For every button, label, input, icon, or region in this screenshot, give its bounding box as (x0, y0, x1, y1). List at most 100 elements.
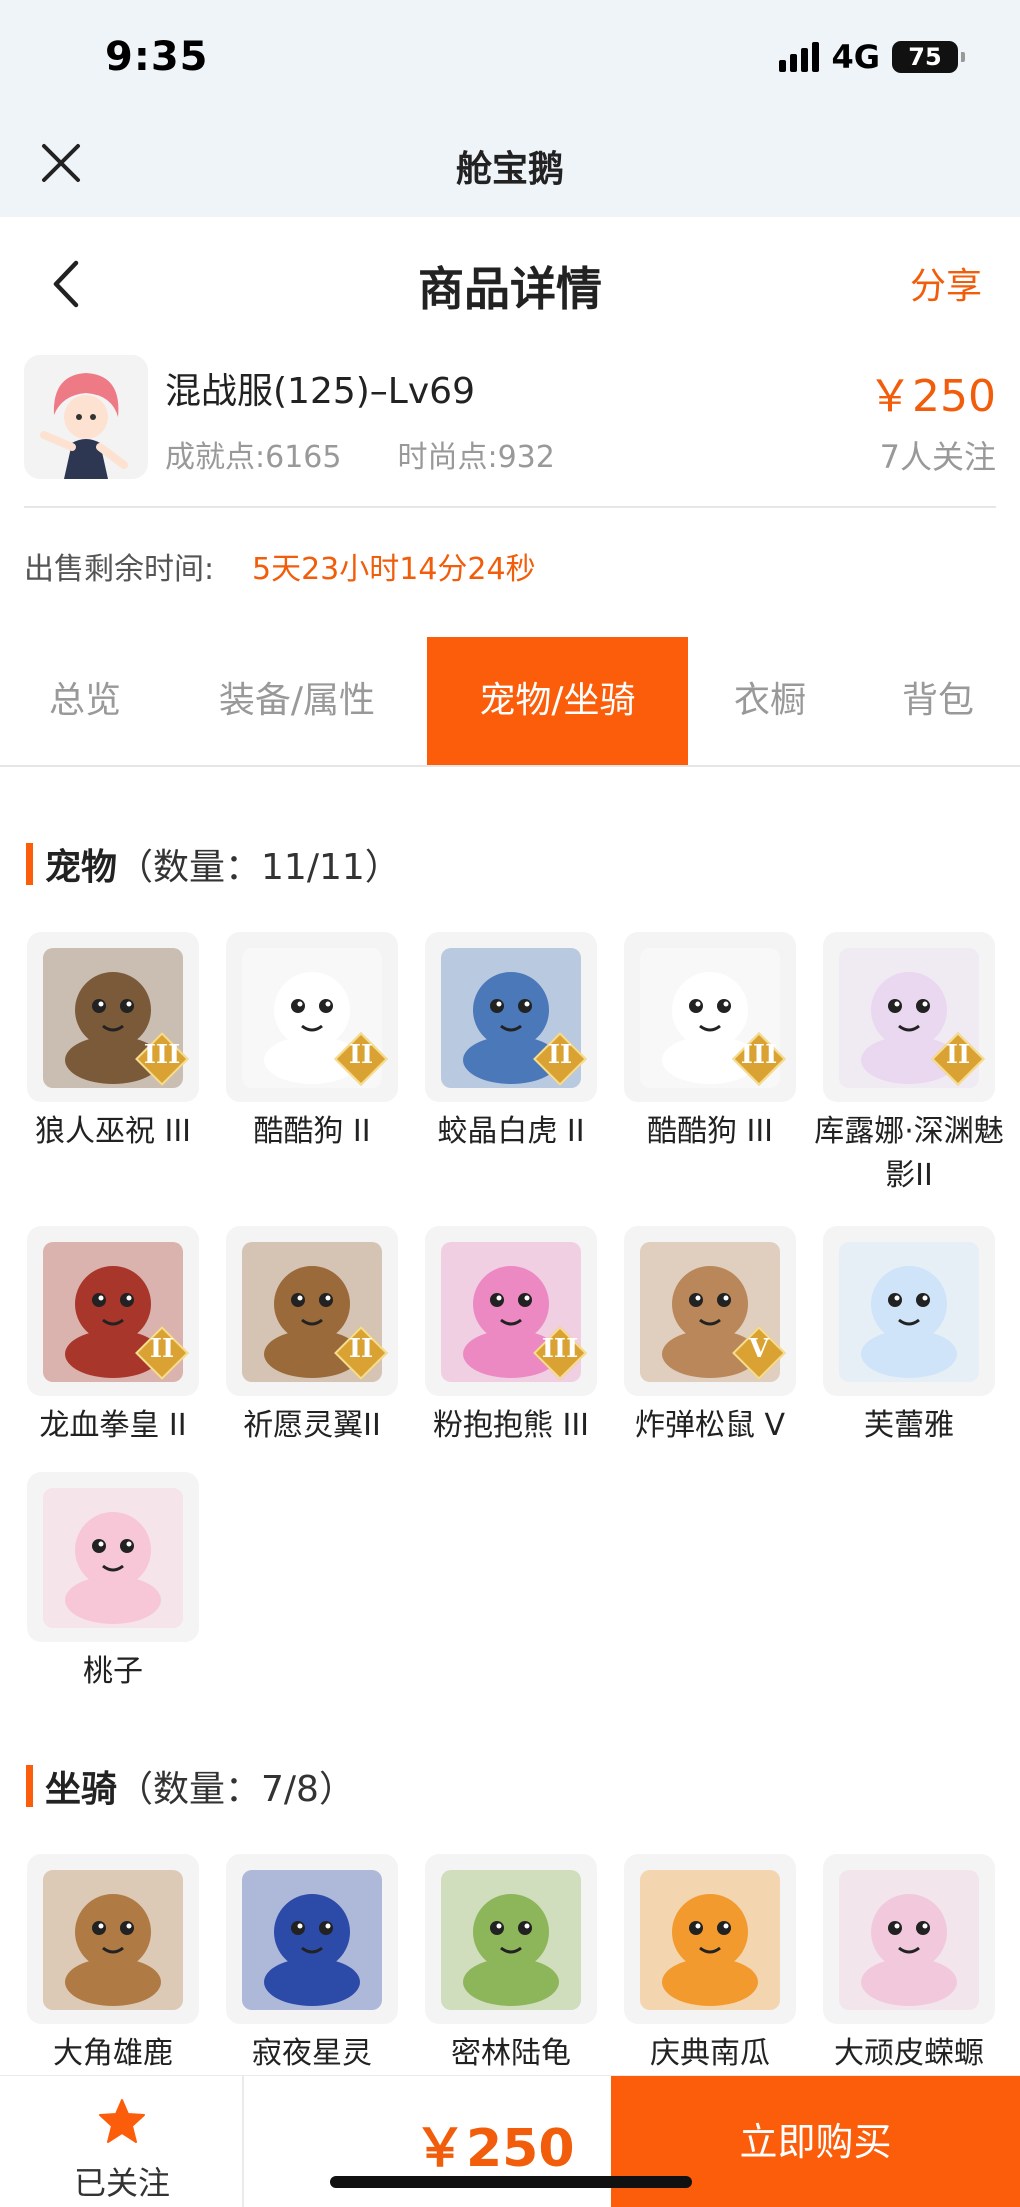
item-name: 大角雄鹿 (53, 2036, 173, 2071)
rank-badge-icon: II (135, 1326, 189, 1380)
share-button[interactable]: 分享 (910, 257, 982, 309)
rank-badge-icon: II (931, 1032, 985, 1086)
network-type: 4G (831, 38, 880, 76)
status-icons: 4G 75 (779, 38, 965, 76)
goggle-dog-pet-icon: II (226, 932, 398, 1102)
follow-label: 已关注 (73, 2164, 170, 2202)
status-time: 9:35 (105, 34, 209, 80)
rank-numeral: III (143, 1040, 181, 1070)
divider (24, 506, 996, 508)
tab-pets-mounts[interactable]: 宠物/坐骑 (427, 637, 688, 765)
item-name: 祈愿灵翼II (243, 1408, 381, 1443)
tab-overview[interactable]: 总览 (20, 637, 150, 765)
axolotl-mount-icon (823, 1854, 995, 2024)
pets-section-count: （数量：11/11） (117, 847, 401, 888)
white-tiger-pet-icon: II (425, 932, 597, 1102)
page-header: 商品详情 分享 (0, 217, 1020, 347)
rank-badge-icon: III (533, 1326, 587, 1380)
grid-item[interactable]: 芙蕾雅 (823, 1226, 995, 1448)
character-avatar (24, 355, 148, 479)
home-indicator (330, 2176, 692, 2188)
rank-numeral: III (740, 1040, 778, 1070)
mounts-section-header: 坐骑 （数量：7/8） (26, 1760, 355, 1812)
bomb-squirrel-pet-icon: V (624, 1226, 796, 1396)
grid-item[interactable]: V 炸弹松鼠 V (624, 1226, 796, 1448)
grid-item[interactable]: 大顽皮蝾螈 (823, 1854, 995, 2076)
rank-badge-icon: II (533, 1032, 587, 1086)
item-name: 酷酷狗 III (646, 1114, 774, 1149)
grid-item[interactable]: II 祈愿灵翼II (226, 1226, 398, 1448)
follow-button[interactable]: 已关注 (0, 2076, 244, 2207)
battery-icon: 75 (892, 41, 965, 73)
character-avatar-icon (24, 355, 148, 479)
grid-item[interactable]: 庆典南瓜 (624, 1854, 796, 2076)
dragon-boxer-pet-icon: II (27, 1226, 199, 1396)
mini-app-title: 舱宝鹅 (455, 149, 564, 190)
night-spirit-mount-icon (226, 1854, 398, 2024)
rank-numeral: III (541, 1334, 579, 1364)
mounts-section-title: 坐骑 (45, 1769, 118, 1810)
goggle-dog-pet-icon: III (624, 932, 796, 1102)
grid-item[interactable]: II 库露娜·深渊魅影II (814, 932, 1004, 1198)
item-name: 密林陆龟 (451, 2036, 571, 2071)
rank-numeral: II (348, 1334, 374, 1364)
grid-item[interactable]: II 蛟晶白虎 II (425, 932, 597, 1154)
item-name: 寂夜星灵 (252, 2036, 372, 2071)
item-name: 桃子 (83, 1654, 143, 1689)
pets-section-title: 宠物 (45, 847, 118, 888)
follower-count: 7人关注 (879, 438, 996, 476)
page-title: 商品详情 (418, 262, 602, 316)
rank-badge-icon: III (732, 1032, 786, 1086)
tab-backpack[interactable]: 背包 (878, 637, 998, 765)
grid-item[interactable]: 寂夜星灵 (226, 1854, 398, 2076)
peach-cat-pet-icon (27, 1472, 199, 1642)
mini-app-header: 9:35 4G 75 舱宝鹅 (0, 0, 1020, 217)
tab-wardrobe[interactable]: 衣橱 (710, 637, 830, 765)
rank-badge-icon: III (135, 1032, 189, 1086)
grid-item[interactable]: III 酷酷狗 III (624, 932, 796, 1154)
item-name: 狼人巫祝 III (34, 1114, 192, 1149)
rank-numeral: II (945, 1040, 971, 1070)
item-name: 粉抱抱熊 III (432, 1408, 590, 1443)
werewolf-pet-icon: III (27, 932, 199, 1102)
grid-item[interactable]: II 龙血拳皇 II (27, 1226, 199, 1448)
rank-badge-icon: II (334, 1326, 388, 1380)
item-name: 酷酷狗 II (253, 1114, 371, 1149)
eagle-pet-icon: II (226, 1226, 398, 1396)
rank-badge-icon: II (334, 1032, 388, 1086)
pink-bear-pet-icon: III (425, 1226, 597, 1396)
product-price: ￥250 (868, 371, 996, 422)
section-marker (26, 1765, 33, 1807)
item-name: 大顽皮蝾螈 (834, 2036, 984, 2071)
mounts-section-count: （数量：7/8） (117, 1769, 355, 1810)
rank-numeral: II (149, 1334, 175, 1364)
rank-numeral: V (748, 1334, 770, 1364)
signal-icon (779, 42, 820, 72)
item-name: 庆典南瓜 (650, 2036, 770, 2071)
grid-item[interactable]: 密林陆龟 (425, 1854, 597, 2076)
grid-item[interactable]: 桃子 (27, 1472, 199, 1694)
grid-item[interactable]: 大角雄鹿 (27, 1854, 199, 2076)
rank-numeral: II (348, 1040, 374, 1070)
item-name: 库露娜·深渊魅影II (814, 1114, 1004, 1193)
pets-section-header: 宠物 （数量：11/11） (26, 838, 401, 890)
grid-item[interactable]: III 粉抱抱熊 III (425, 1226, 597, 1448)
section-marker (26, 843, 33, 885)
kuluna-pet-icon: II (823, 932, 995, 1102)
item-name: 芙蕾雅 (864, 1408, 954, 1443)
grid-item[interactable]: III 狼人巫祝 III (27, 932, 199, 1154)
tab-equipment[interactable]: 装备/属性 (190, 637, 404, 765)
stag-mount-icon (27, 1854, 199, 2024)
product-name: 混战服(125)–Lv69 (165, 371, 475, 412)
item-name: 龙血拳皇 II (39, 1408, 187, 1443)
star-icon (99, 2099, 145, 2143)
fashion-points: 时尚点:932 (397, 440, 555, 475)
grid-item[interactable]: II 酷酷狗 II (226, 932, 398, 1154)
item-name: 炸弹松鼠 V (634, 1408, 786, 1443)
pumpkin-mount-icon (624, 1854, 796, 2024)
turtle-mount-icon (425, 1854, 597, 2024)
sale-time-value: 5天23小时14分24秒 (252, 552, 536, 587)
rank-numeral: II (547, 1040, 573, 1070)
product-stats: 成就点:6165 时尚点:932 (165, 432, 555, 476)
bottom-price: ￥250 (414, 2119, 575, 2179)
